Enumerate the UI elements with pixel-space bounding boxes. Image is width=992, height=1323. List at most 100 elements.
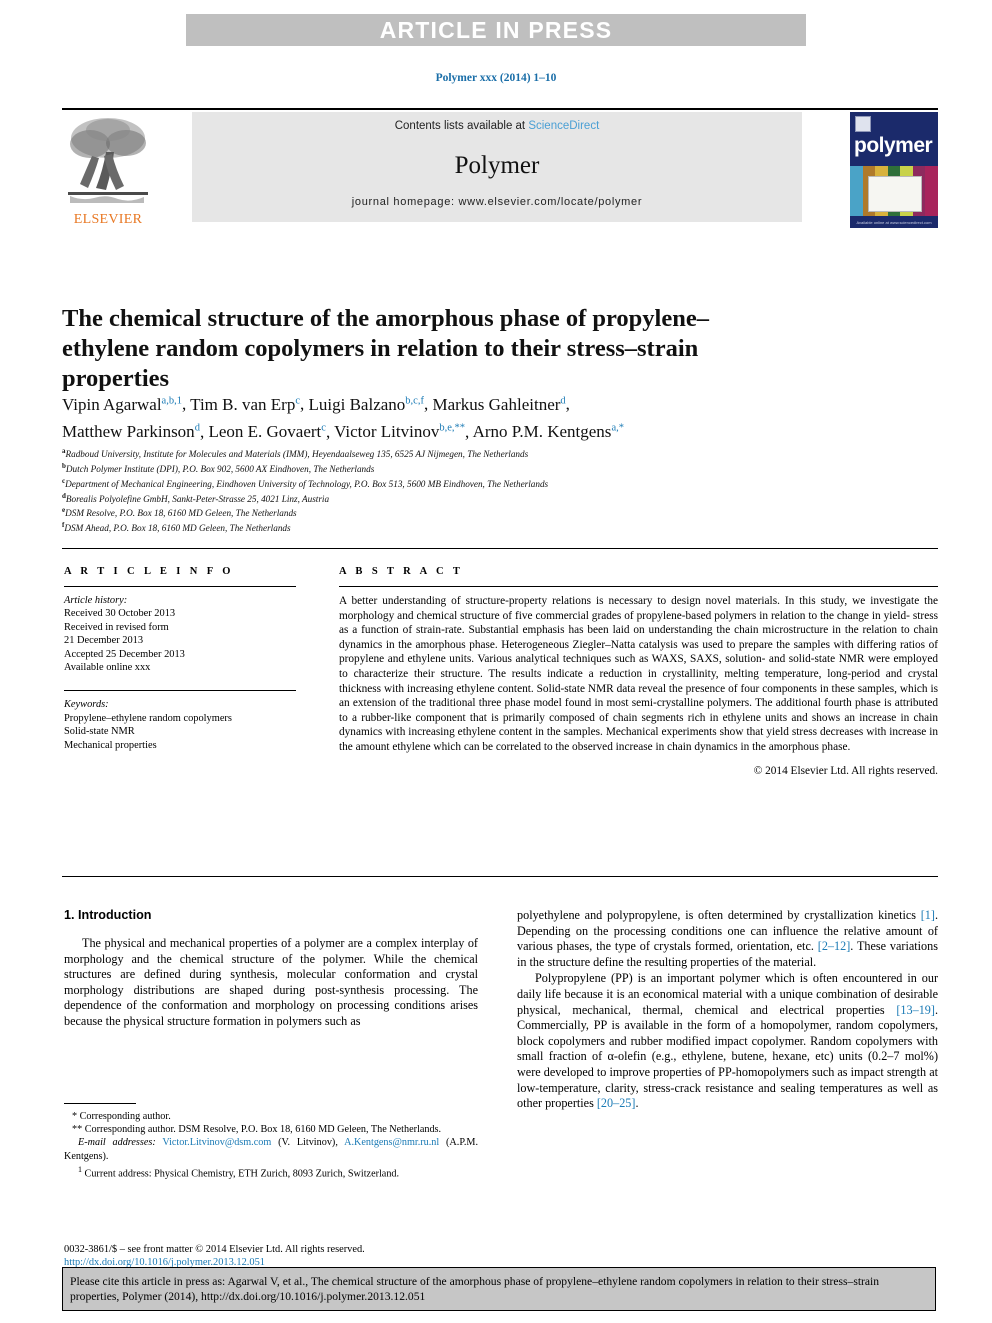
abstract-rule (339, 586, 938, 587)
article-info-panel: A R T I C L E I N F O Article history: R… (64, 566, 314, 752)
cover-inset-figure (868, 176, 922, 212)
cover-badge-icon (855, 116, 871, 132)
footnote-corresponding-1: * Corresponding author. (72, 1111, 171, 1122)
author-4[interactable]: Matthew Parkinsond (62, 422, 200, 441)
author-affil-marker: c (321, 422, 326, 434)
author-name: Arno P.M. Kentgens (472, 422, 612, 442)
intro-r1-a: polyethylene and polypropylene, is often… (517, 908, 921, 922)
author-affil-marker: a,b,1 (161, 395, 182, 406)
affiliation-item: dBorealis Polyolefine GmbH, Sankt-Peter-… (62, 491, 922, 506)
journal-cover-thumbnail: polymer Available online at www.scienced… (850, 112, 938, 228)
author-name: Vipin Agarwal (62, 394, 162, 414)
history-item: Accepted 25 December 2013 (64, 648, 185, 660)
footnote-separator-rule (64, 1103, 136, 1104)
intro-paragraph-right-1: polyethylene and polypropylene, is often… (517, 908, 938, 970)
keywords-rule (64, 690, 296, 692)
author-2[interactable]: Luigi Balzanob,c,f (309, 395, 424, 414)
email-link-kentgens[interactable]: A.Kentgens@nmr.ru.nl (344, 1137, 439, 1148)
history-item: Available online xxx (64, 662, 151, 674)
author-name: Tim B. van Erp (190, 394, 296, 414)
abstract-text: A better understanding of structure-prop… (339, 595, 938, 753)
citation-ref[interactable]: [2–12] (818, 939, 851, 953)
history-item: 21 December 2013 (64, 635, 144, 647)
abstract-bottom-rule (62, 876, 938, 877)
intro-r2-a: Polypropylene (PP) is an important polym… (517, 971, 938, 1017)
author-name: Markus Gahleitner (432, 394, 561, 414)
author-name: Leon E. Govaert (208, 422, 322, 442)
cover-journal-name: polymer (854, 134, 933, 157)
contents-prefix-text: Contents lists available at (394, 120, 529, 132)
issn-copyright-block: 0032-3861/$ – see front matter © 2014 El… (64, 1243, 478, 1270)
affiliation-text: DSM Resolve, P.O. Box 18, 6160 MD Geleen… (65, 508, 297, 519)
citation-ref[interactable]: [1] (921, 908, 935, 922)
section-heading-introduction: 1. Introduction (64, 908, 152, 922)
article-info-rule (64, 586, 296, 587)
intro-paragraph-right-2: Polypropylene (PP) is an important polym… (517, 971, 938, 1111)
author-1[interactable]: Tim B. van Erpc (190, 395, 300, 414)
article-history-label: Article history: (64, 595, 128, 606)
email-addresses-label: E-mail addresses: (78, 1137, 156, 1149)
article-in-press-banner: ARTICLE IN PRESS (186, 14, 806, 46)
keyword-item: Solid-state NMR (64, 726, 135, 738)
keyword-item: Propylene–ethylene random copolymers (64, 712, 232, 724)
journal-homepage-link[interactable]: journal homepage: www.elsevier.com/locat… (192, 196, 802, 208)
elsevier-tree-icon (68, 118, 148, 203)
sciencedirect-link[interactable]: ScienceDirect (528, 120, 599, 132)
affiliation-item: eDSM Resolve, P.O. Box 18, 6160 MD Gelee… (62, 505, 922, 520)
footnotes-block: * Corresponding author. ** Corresponding… (64, 1103, 478, 1180)
author-name: Luigi Balzano (308, 394, 406, 414)
journal-title: Polymer (454, 152, 540, 179)
author-name: Victor Litvinov (334, 422, 440, 442)
current-address-text: Current address: Physical Chemistry, ETH… (84, 1168, 400, 1180)
author-5[interactable]: Leon E. Govaertc (208, 422, 326, 441)
footnote-corresponding-2: ** Corresponding author. DSM Resolve, P.… (72, 1124, 442, 1136)
email-link-litvinov[interactable]: Victor.Litvinov@dsm.com (162, 1137, 271, 1148)
abstract-copyright: © 2014 Elsevier Ltd. All rights reserved… (753, 764, 938, 777)
history-item: Received in revised form (64, 621, 169, 633)
intro-r2-c: . (635, 1096, 639, 1111)
intro-paragraph-left: The physical and mechanical properties o… (64, 936, 478, 1028)
author-7[interactable]: Arno P.M. Kentgensa,* (473, 422, 624, 441)
cover-footer-text: Available online at www.sciencedirect.co… (856, 220, 932, 225)
keywords-block: Keywords: Propylene–ethylene random copo… (64, 698, 314, 752)
intro-r2-b: . Commercially, PP is available in the f… (517, 1002, 938, 1111)
author-name: Matthew Parkinson (62, 422, 195, 442)
abstract-heading: A B S T R A C T (339, 566, 464, 577)
body-column-left: 1. Introduction The physical and mechani… (64, 908, 478, 1031)
keywords-label: Keywords: (64, 699, 109, 711)
author-affil-marker: b,e,** (439, 422, 466, 434)
article-history-block: Article history: Received 30 October 201… (64, 594, 314, 674)
contents-available-line: Contents lists available at ScienceDirec… (192, 120, 802, 132)
info-section-top-rule (62, 548, 938, 549)
history-item: Received 30 October 2013 (64, 608, 176, 620)
affiliation-text: DSM Ahead, P.O. Box 18, 6160 MD Geleen, … (64, 523, 291, 534)
body-column-right: polyethylene and polypropylene, is often… (517, 908, 938, 1113)
affiliation-list: aRadboud University, Institute for Molec… (62, 446, 922, 535)
affiliation-text: Dutch Polymer Institute (DPI), P.O. Box … (65, 463, 375, 474)
affiliation-text: Radboud University, Institute for Molecu… (65, 449, 529, 460)
page-title: The chemical structure of the amorphous … (62, 305, 709, 393)
affiliation-item: fDSM Ahead, P.O. Box 18, 6160 MD Geleen,… (62, 520, 922, 535)
please-cite-box: Please cite this article in press as: Ag… (62, 1267, 936, 1311)
author-0[interactable]: Vipin Agarwala,b,1 (62, 395, 182, 414)
footnote-marker: 1 (78, 1164, 82, 1174)
citation-ref[interactable]: [13–19] (896, 1003, 935, 1017)
author-affil-marker: d (194, 422, 200, 434)
author-affil-marker: b,c,f (405, 395, 424, 406)
affiliation-item: aRadboud University, Institute for Molec… (62, 446, 922, 461)
citation-ref[interactable]: [20–25] (597, 1096, 636, 1110)
affiliation-item: cDepartment of Mechanical Engineering, E… (62, 476, 922, 491)
author-3[interactable]: Markus Gahleitnerd (432, 395, 565, 414)
affiliation-text: Department of Mechanical Engineering, Ei… (65, 478, 549, 489)
footnote-emails: E-mail addresses: Victor.Litvinov@dsm.co… (64, 1136, 478, 1162)
elsevier-wordmark: ELSEVIER (73, 212, 143, 227)
author-list: Vipin Agarwala,b,1, Tim B. van Erpc, Lui… (62, 394, 624, 442)
elsevier-logo: ELSEVIER (62, 112, 154, 228)
abstract-panel: A B S T R A C T A better understanding o… (339, 566, 938, 777)
author-6[interactable]: Victor Litvinovb,e,** (334, 422, 465, 441)
article-info-heading: A R T I C L E I N F O (64, 566, 234, 577)
journal-masthead: ELSEVIER Contents lists available at Sci… (62, 108, 938, 228)
masthead-center-panel: Contents lists available at ScienceDirec… (192, 112, 802, 222)
journal-citation-line: Polymer xxx (2014) 1–10 (435, 72, 557, 84)
footnote-current-address: 1 Current address: Physical Chemistry, E… (64, 1163, 478, 1181)
